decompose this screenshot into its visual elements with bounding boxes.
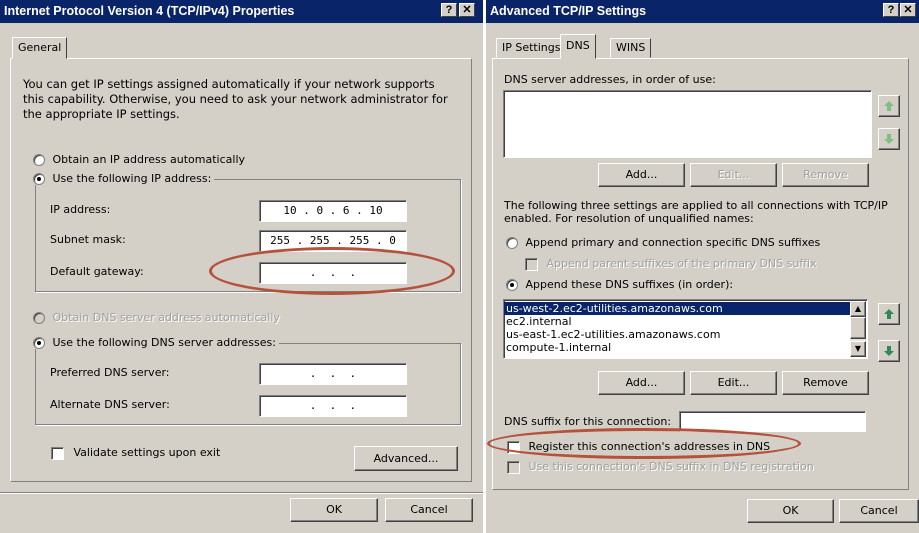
ipv4-properties-dialog: Internet Protocol Version 4 (TCP/IPv4) P… <box>0 0 483 533</box>
arrow-up-icon <box>884 309 894 319</box>
use-following-dns-label: Use the following DNS server addresses: <box>52 336 276 349</box>
list-item[interactable]: us-east-1.ec2-utilities.amazonaws.com <box>504 328 867 341</box>
tab-wins[interactable]: WINS <box>610 38 652 58</box>
dns-tab-page: DNS server addresses, in order of use: A… <box>492 58 909 490</box>
settings-info-text: The following three settings are applied… <box>504 199 888 225</box>
dns-edit-button[interactable]: Edit... <box>690 163 777 187</box>
register-addresses-option[interactable]: Register this connection's addresses in … <box>507 440 770 454</box>
suffix-down-button[interactable] <box>878 340 900 362</box>
validate-settings-checkbox[interactable] <box>51 446 64 460</box>
dns-down-button[interactable] <box>878 128 900 150</box>
suffix-remove-button[interactable]: Remove <box>782 371 869 395</box>
append-parent-option[interactable]: Append parent suffixes of the primary DN… <box>525 257 816 271</box>
advanced-button[interactable]: Advanced... <box>354 446 458 471</box>
append-primary-option[interactable]: Append primary and connection specific D… <box>506 236 820 249</box>
use-suffix-registration-label: Use this connection's DNS suffix in DNS … <box>528 460 814 473</box>
advanced-dialog-titlebar: Advanced TCP/IP Settings <box>486 0 919 23</box>
preferred-dns-label: Preferred DNS server: <box>50 366 170 379</box>
scroll-down-button[interactable]: ▼ <box>850 341 866 357</box>
validate-settings-option[interactable]: Validate settings upon exit <box>51 446 220 460</box>
ip-address-field[interactable]: 10 . 0 . 6 . 10 <box>259 200 407 222</box>
dns-servers-list[interactable] <box>503 90 872 158</box>
list-item[interactable]: us-west-2.ec2-utilities.amazonaws.com <box>504 302 851 315</box>
tab-general-label: General <box>18 41 62 54</box>
append-these-label: Append these DNS suffixes (in order): <box>525 278 734 291</box>
scroll-thumb[interactable] <box>850 317 866 339</box>
close-button[interactable]: ✕ <box>459 3 475 17</box>
suffix-list-scrollbar[interactable]: ▲ ▼ <box>850 301 866 357</box>
list-item[interactable]: ec2.internal <box>504 315 867 328</box>
suffix-edit-button[interactable]: Edit... <box>690 371 777 395</box>
obtain-dns-auto-radio[interactable] <box>33 312 45 324</box>
suffix-up-button[interactable] <box>878 303 900 325</box>
ip-address-label: IP address: <box>50 203 111 216</box>
help-button[interactable]: ? <box>883 3 899 17</box>
use-following-ip-radio[interactable] <box>33 173 45 185</box>
intro-text: You can get IP settings assigned automat… <box>23 77 448 121</box>
dns-up-button[interactable] <box>878 95 900 117</box>
arrow-down-icon <box>884 346 894 356</box>
ok-button[interactable]: OK <box>290 498 378 522</box>
default-gateway-field[interactable]: . . . <box>259 262 407 284</box>
append-parent-label: Append parent suffixes of the primary DN… <box>546 257 817 270</box>
dns-remove-button[interactable]: Remove <box>782 163 869 187</box>
tab-ip-settings[interactable]: IP Settings <box>496 38 567 58</box>
dns-servers-label: DNS server addresses, in order of use: <box>504 73 716 86</box>
ok-button[interactable]: OK <box>747 499 834 523</box>
tab-ip-settings-label: IP Settings <box>502 41 561 54</box>
append-these-radio[interactable] <box>506 279 518 291</box>
advanced-tcpip-dialog: Advanced TCP/IP Settings ? ✕ IP Settings… <box>486 0 919 533</box>
advanced-dialog-title: Advanced TCP/IP Settings <box>490 4 647 18</box>
obtain-ip-auto-option[interactable]: Obtain an IP address automatically <box>33 153 245 166</box>
tab-wins-label: WINS <box>616 41 646 54</box>
cancel-button[interactable]: Cancel <box>839 499 919 523</box>
tab-general[interactable]: General <box>12 37 68 59</box>
cancel-button[interactable]: Cancel <box>385 498 473 522</box>
default-gateway-label: Default gateway: <box>50 265 144 278</box>
close-button[interactable]: ✕ <box>900 3 916 17</box>
append-parent-checkbox[interactable] <box>525 257 538 271</box>
ipv4-dialog-titlebar: Internet Protocol Version 4 (TCP/IPv4) P… <box>0 0 483 23</box>
use-following-ip-label: Use the following IP address: <box>52 172 212 185</box>
dns-add-button[interactable]: Add... <box>598 163 685 187</box>
alternate-dns-label: Alternate DNS server: <box>50 398 170 411</box>
use-suffix-registration-option[interactable]: Use this connection's DNS suffix in DNS … <box>507 460 814 474</box>
suffix-add-button[interactable]: Add... <box>598 371 685 395</box>
use-following-ip-option[interactable]: Use the following IP address: <box>33 172 215 185</box>
register-addresses-label: Register this connection's addresses in … <box>528 440 771 453</box>
register-addresses-checkbox[interactable] <box>507 440 520 454</box>
obtain-dns-auto-option[interactable]: Obtain DNS server address automatically <box>33 311 280 324</box>
use-suffix-registration-checkbox[interactable] <box>507 460 520 474</box>
help-button[interactable]: ? <box>441 3 457 17</box>
validate-settings-label: Validate settings upon exit <box>73 446 221 459</box>
ipv4-dialog-title: Internet Protocol Version 4 (TCP/IPv4) P… <box>4 4 295 18</box>
use-following-dns-option[interactable]: Use the following DNS server addresses: <box>33 336 279 349</box>
obtain-ip-auto-label: Obtain an IP address automatically <box>52 153 246 166</box>
dns-suffix-connection-label: DNS suffix for this connection: <box>504 415 672 428</box>
arrow-down-icon <box>884 134 894 144</box>
tab-dns[interactable]: DNS <box>560 34 596 59</box>
left-divider <box>0 492 483 494</box>
append-primary-radio[interactable] <box>506 237 518 249</box>
subnet-mask-label: Subnet mask: <box>50 233 126 246</box>
obtain-ip-auto-radio[interactable] <box>33 154 45 166</box>
obtain-dns-auto-label: Obtain DNS server address automatically <box>52 311 280 324</box>
arrow-up-icon <box>884 101 894 111</box>
use-following-dns-radio[interactable] <box>33 337 45 349</box>
dns-suffix-connection-field[interactable] <box>679 411 866 432</box>
alternate-dns-field[interactable]: . . . <box>259 395 407 417</box>
preferred-dns-field[interactable]: . . . <box>259 363 407 385</box>
subnet-mask-field[interactable]: 255 . 255 . 255 . 0 <box>259 230 407 252</box>
append-these-option[interactable]: Append these DNS suffixes (in order): <box>506 278 733 291</box>
general-tab-page: You can get IP settings assigned automat… <box>10 58 472 482</box>
append-primary-label: Append primary and connection specific D… <box>525 236 821 249</box>
scroll-up-button[interactable]: ▲ <box>850 301 866 317</box>
list-item[interactable]: compute-1.internal <box>504 341 867 354</box>
tab-dns-label: DNS <box>566 39 590 52</box>
dns-suffix-list[interactable]: us-west-2.ec2-utilities.amazonaws.com ec… <box>503 299 868 359</box>
